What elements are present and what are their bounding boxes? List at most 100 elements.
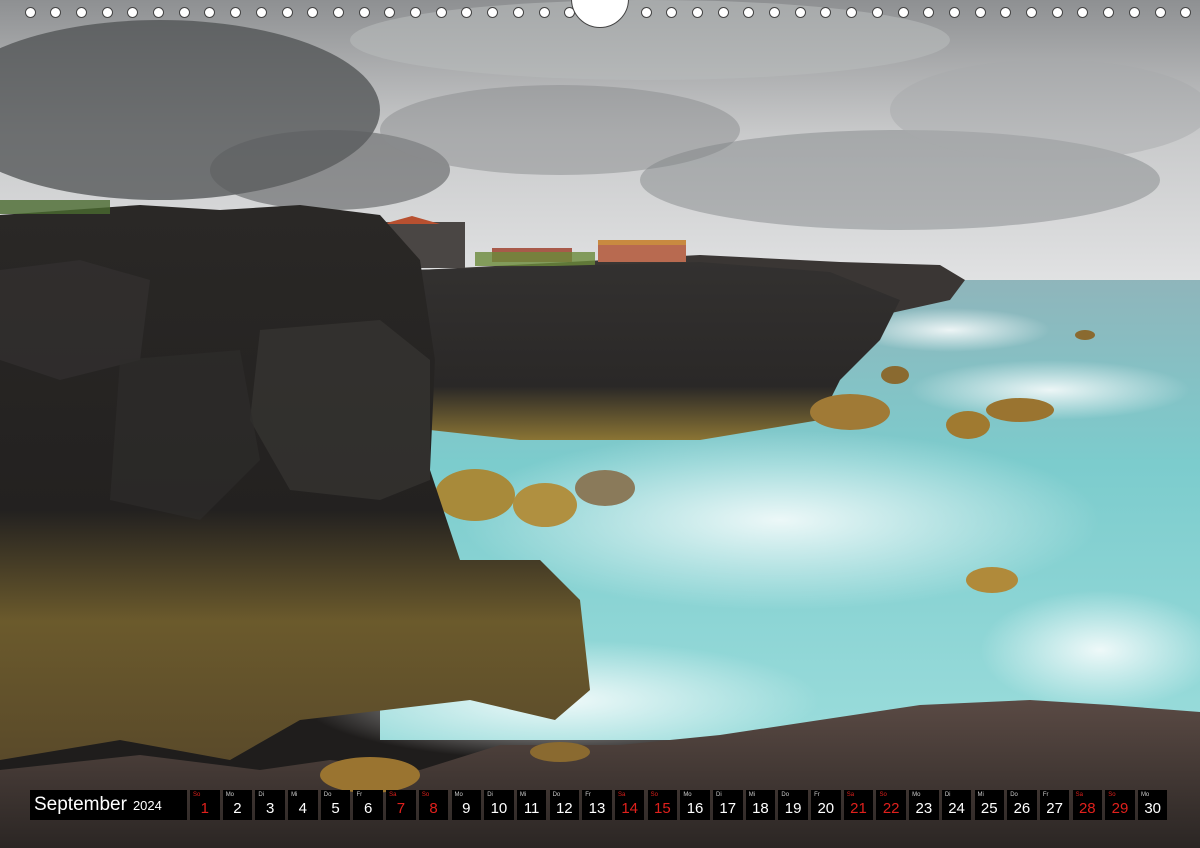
day-number: 11 (523, 800, 540, 817)
binding-hole (1128, 7, 1140, 18)
day-number: 23 (915, 800, 933, 817)
weekday-label: So (1108, 792, 1116, 798)
day-number: 14 (621, 800, 639, 817)
day-cell: Fr 27 (1039, 790, 1070, 820)
day-cell: Sa 28 (1072, 790, 1103, 820)
binding-hole (666, 7, 678, 18)
day-cell: Mo 2 (222, 790, 253, 820)
day-number: 26 (1013, 800, 1031, 817)
day-number: 29 (1111, 800, 1129, 817)
weekday-label: Di (944, 792, 951, 798)
binding-hole (871, 7, 883, 18)
day-number: 8 (429, 800, 438, 817)
binding-hole (50, 7, 62, 18)
binding-hole (538, 7, 550, 18)
day-number: 9 (462, 800, 471, 817)
coastal-landscape-photo (0, 0, 1200, 848)
day-cell: Di 17 (713, 790, 743, 820)
binding-hole (230, 7, 242, 18)
day-cell: Do 5 (320, 790, 351, 820)
binding-hole (640, 7, 652, 18)
day-number: 22 (882, 800, 900, 817)
day-cell: Di 10 (484, 790, 514, 820)
day-number: 3 (265, 800, 275, 817)
day-number: 30 (1144, 800, 1162, 817)
binding-hole (717, 7, 729, 18)
day-cell: Sa 7 (386, 790, 416, 820)
weekday-label: Do (323, 792, 332, 798)
binding-hole (487, 7, 499, 18)
weekday-label: Do (552, 792, 561, 798)
binding-hole (794, 7, 806, 18)
day-number: 13 (588, 800, 606, 817)
day-cell: So 1 (190, 790, 220, 820)
binding-hole (24, 7, 36, 18)
day-cell: Do 19 (778, 790, 808, 820)
weekday-label: Di (487, 792, 493, 798)
day-cell: Mo 30 (1137, 790, 1168, 820)
day-cell: Di 3 (255, 790, 285, 820)
day-number: 12 (555, 800, 573, 817)
binding-hole (1026, 7, 1037, 18)
binding-hole (1051, 7, 1063, 18)
day-number: 4 (298, 800, 307, 817)
binding-hole (974, 7, 986, 18)
day-number: 20 (817, 800, 835, 817)
day-cell: Mi 18 (745, 790, 776, 820)
binding-hole (691, 7, 703, 18)
month-year: 2024 (132, 797, 162, 813)
day-cell: So 8 (418, 790, 449, 820)
binding-hole (923, 7, 935, 18)
weekday-label: Sa (617, 792, 626, 798)
binding-hole (1180, 7, 1192, 18)
day-cell: Mi 4 (288, 790, 318, 820)
binding-hole (846, 7, 858, 18)
binding-hole (153, 7, 164, 18)
binding-hole (255, 7, 267, 18)
day-cell: Mo 23 (909, 790, 939, 820)
weekday-label: So (421, 792, 430, 798)
binding-hole (1000, 7, 1012, 18)
weekday-label: Mo (225, 792, 235, 798)
weekday-label: Do (1010, 792, 1018, 798)
day-cell: Sa 14 (614, 790, 645, 820)
binding-hole (332, 7, 344, 18)
day-cells: So 1 Mo 2 Di 3 Mi 4 Do 5 Fr 6 Sa 7 So 8 Mo 9 Di 10 Mi 11 Do 12 F… (190, 790, 1171, 820)
day-cell: Mi 11 (516, 790, 547, 820)
weekday-label: Sa (1075, 792, 1083, 798)
day-number: 17 (719, 800, 737, 817)
day-number: 25 (980, 800, 998, 817)
day-number: 2 (233, 800, 242, 817)
day-cell: Mi 25 (974, 790, 1004, 820)
weekday-label: So (193, 792, 201, 798)
binding-hole (820, 7, 832, 18)
binding-hole (384, 7, 396, 18)
day-number: 24 (948, 800, 965, 817)
weekday-label: So (650, 792, 658, 798)
day-number: 15 (654, 800, 671, 817)
weekday-label: Sa (389, 792, 397, 798)
calendar-bar: September 2024 So 1 Mo 2 Di 3 Mi 4 Do 5 Fr 6 Sa 7 So 8 M… (30, 790, 1171, 820)
binding-hole (358, 7, 370, 18)
binding-hole (461, 7, 473, 18)
day-cell: So 22 (876, 790, 906, 820)
day-cell: Do 26 (1007, 790, 1037, 820)
day-cell: Fr 20 (811, 790, 841, 820)
binding-hole (743, 7, 755, 18)
day-number: 5 (331, 800, 340, 817)
day-cell: Mo 9 (451, 790, 481, 820)
binding-hole (410, 7, 421, 18)
weekday-label: Sa (846, 792, 855, 798)
weekday-label: Di (716, 792, 722, 798)
day-number: 7 (396, 800, 406, 817)
day-cell: So 29 (1105, 790, 1135, 820)
weekday-label: Mi (291, 792, 298, 798)
weekday-label: Fr (814, 792, 820, 798)
weekday-label: Mo (454, 792, 463, 798)
day-cell: Fr 13 (582, 790, 612, 820)
weekday-label: Fr (585, 792, 591, 798)
day-number: 28 (1078, 800, 1096, 817)
day-cell: Di 24 (941, 790, 972, 820)
binding-hole (281, 7, 293, 18)
month-label: September 2024 (30, 790, 187, 820)
